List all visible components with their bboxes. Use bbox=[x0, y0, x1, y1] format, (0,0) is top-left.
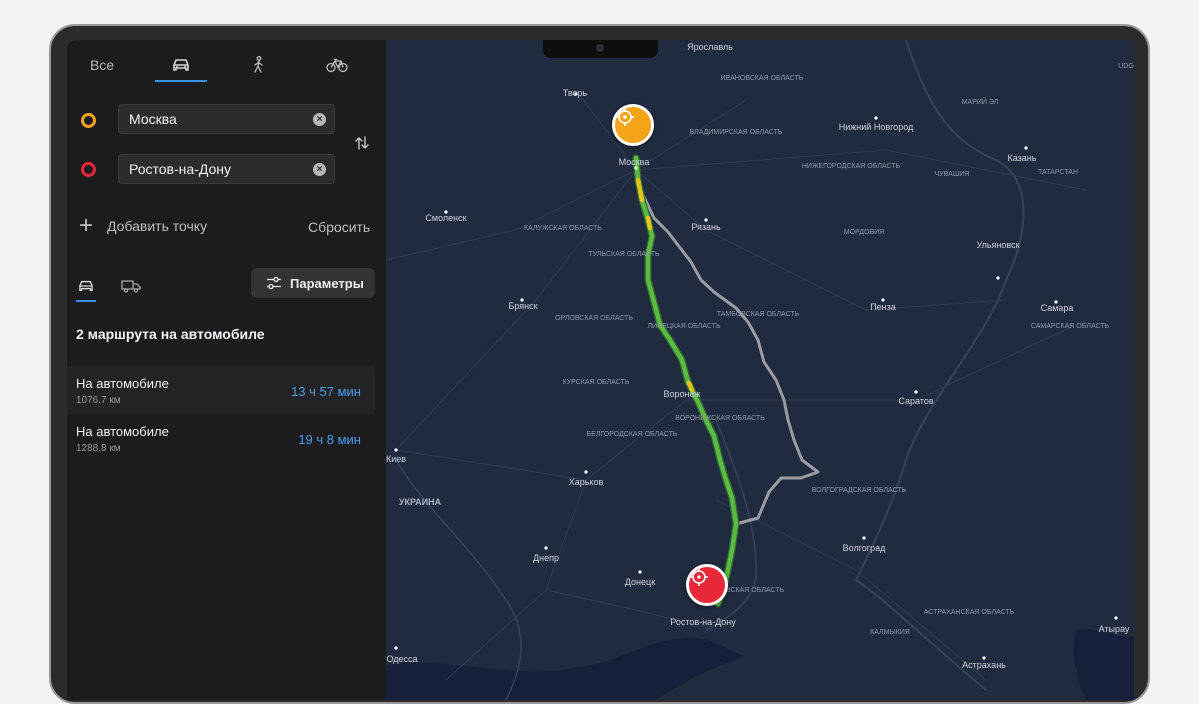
region-label: АСТРАХАНСКАЯ ОБЛАСТЬ bbox=[923, 609, 1015, 616]
route-distance: 1076.7 км bbox=[76, 395, 121, 406]
truck-icon bbox=[121, 280, 141, 293]
parameters-button[interactable]: Параметры bbox=[251, 268, 375, 298]
camera-icon bbox=[596, 44, 604, 52]
screen: Все Москва × Ростов-на-Дону × + Добавить… bbox=[67, 40, 1134, 700]
sliders-icon bbox=[267, 276, 281, 290]
bike-icon bbox=[326, 58, 348, 73]
routes-title: 2 маршрута на автомобиле bbox=[76, 326, 265, 342]
route-panel: Все Москва × Ростов-на-Дону × + Добавить… bbox=[67, 40, 386, 700]
car-icon bbox=[173, 59, 189, 71]
city-label: Рязань bbox=[691, 222, 721, 232]
add-point-button[interactable]: + Добавить точку bbox=[79, 212, 208, 239]
region-label: ОРЛОВСКАЯ ОБЛАСТЬ bbox=[555, 315, 633, 322]
city-label: Атырау bbox=[1098, 624, 1130, 634]
to-input-value: Ростов-на-Дону bbox=[129, 161, 231, 177]
region-label: ЛИПЕЦКАЯ ОБЛАСТЬ bbox=[647, 323, 721, 330]
city-label: Воронеж bbox=[663, 389, 701, 399]
add-point-label: Добавить точку bbox=[107, 218, 208, 234]
city-label: Смоленск bbox=[425, 213, 467, 223]
route-distance: 1288.8 км bbox=[76, 443, 121, 454]
city-label: Киев bbox=[385, 454, 407, 464]
city-label: Днепр bbox=[533, 553, 559, 563]
city-label: Нижний Новгород bbox=[838, 122, 914, 132]
from-input-value: Москва bbox=[129, 111, 177, 127]
region-label: МАРИЙ ЭЛ bbox=[961, 99, 999, 106]
vehicle-truck-tab[interactable] bbox=[120, 274, 142, 298]
end-point-pin bbox=[81, 162, 96, 177]
route-time: 19 ч 8 мин bbox=[298, 432, 361, 447]
route-name: На автомобиле bbox=[76, 424, 169, 439]
route-time: 13 ч 57 мин bbox=[291, 384, 361, 399]
end-marker[interactable] bbox=[686, 564, 728, 606]
tab-car[interactable] bbox=[155, 50, 207, 82]
city-label: Ростов-на-Дону bbox=[670, 617, 736, 627]
region-label: ТУЛЬСКАЯ ОБЛАСТЬ bbox=[588, 251, 660, 258]
region-label: UDG bbox=[1118, 63, 1134, 70]
tab-all-label: Все bbox=[89, 57, 115, 73]
city-label: Харьков bbox=[568, 477, 604, 487]
city-label: Москва bbox=[618, 157, 650, 167]
camera-notch bbox=[543, 40, 658, 58]
city-label: Брянск bbox=[508, 301, 538, 311]
map-view[interactable]: Ярославль Тверь Москва Нижний Новгород К… bbox=[386, 40, 1134, 700]
map-canvas bbox=[386, 40, 1134, 700]
start-point-pin bbox=[81, 113, 96, 128]
walk-icon bbox=[254, 56, 263, 73]
car-icon bbox=[79, 280, 93, 292]
swap-points-button[interactable] bbox=[354, 136, 370, 154]
region-label: ВОЛГОГРАДСКАЯ ОБЛАСТЬ bbox=[811, 487, 907, 494]
city-label: Астрахань bbox=[962, 660, 1006, 670]
city-label: Самара bbox=[1040, 303, 1074, 313]
route-option[interactable]: На автомобиле 1076.7 км 13 ч 57 мин bbox=[67, 366, 375, 414]
region-label: БЕЛГОРОДСКАЯ ОБЛАСТЬ bbox=[586, 431, 678, 438]
crosshair-icon bbox=[616, 108, 634, 126]
clear-to-icon[interactable]: × bbox=[313, 163, 326, 176]
region-label: ТАМБОВСКАЯ ОБЛАСТЬ bbox=[716, 311, 800, 318]
country-label: УКРАИНА bbox=[398, 497, 442, 507]
city-label: Казань bbox=[1007, 153, 1037, 163]
city-label: Саратов bbox=[898, 396, 934, 406]
route-name: На автомобиле bbox=[76, 376, 169, 391]
region-label: КАЛУЖСКАЯ ОБЛАСТЬ bbox=[524, 225, 602, 232]
tab-all[interactable]: Все bbox=[81, 50, 123, 80]
city-label: Одесса bbox=[386, 654, 418, 664]
swap-icon bbox=[355, 136, 369, 150]
city-label: Тверь bbox=[562, 88, 588, 98]
transport-mode-tabs: Все bbox=[67, 50, 386, 82]
crosshair-icon bbox=[690, 568, 708, 586]
city-label: Волгоград bbox=[842, 543, 886, 553]
region-label: ВЛАДИМИРСКАЯ ОБЛАСТЬ bbox=[689, 129, 783, 136]
plus-icon: + bbox=[79, 212, 94, 239]
region-label: ТАТАРСТАН bbox=[1037, 169, 1079, 176]
to-input[interactable]: Ростов-на-Дону × bbox=[118, 154, 335, 184]
region-label: ЧУВАШИЯ bbox=[934, 171, 970, 178]
parameters-label: Параметры bbox=[290, 275, 364, 291]
city-label: Донецк bbox=[624, 577, 656, 587]
laptop-frame: Все Москва × Ростов-на-Дону × + Добавить… bbox=[49, 24, 1150, 704]
region-label: САМАРСКАЯ ОБЛАСТЬ bbox=[1030, 323, 1110, 330]
region-label: КАЛМЫКИЯ bbox=[870, 629, 910, 636]
region-label: КУРСКАЯ ОБЛАСТЬ bbox=[562, 379, 630, 386]
reset-button[interactable]: Сбросить bbox=[308, 219, 370, 235]
clear-from-icon[interactable]: × bbox=[313, 113, 326, 126]
vehicle-car-tab[interactable] bbox=[76, 274, 96, 302]
caspian-sea bbox=[1073, 628, 1134, 700]
tab-bike[interactable] bbox=[317, 50, 357, 80]
city-label: Пенза bbox=[870, 302, 896, 312]
from-input[interactable]: Москва × bbox=[118, 104, 335, 134]
region-label: ИВАНОВСКАЯ ОБЛАСТЬ bbox=[720, 75, 804, 82]
city-label: Ярославль bbox=[687, 42, 733, 52]
route-option[interactable]: На автомобиле 1288.8 км 19 ч 8 мин bbox=[67, 414, 375, 462]
region-label: НИЖЕГОРОДСКАЯ ОБЛАСТЬ bbox=[801, 163, 901, 170]
tab-walk[interactable] bbox=[239, 50, 279, 80]
city-label: Ульяновск bbox=[976, 240, 1020, 250]
region-label: МОРДОВИЯ bbox=[843, 229, 885, 236]
region-label: ВОРОНЕЖСКАЯ ОБЛАСТЬ bbox=[675, 415, 765, 422]
start-marker[interactable] bbox=[612, 104, 654, 146]
